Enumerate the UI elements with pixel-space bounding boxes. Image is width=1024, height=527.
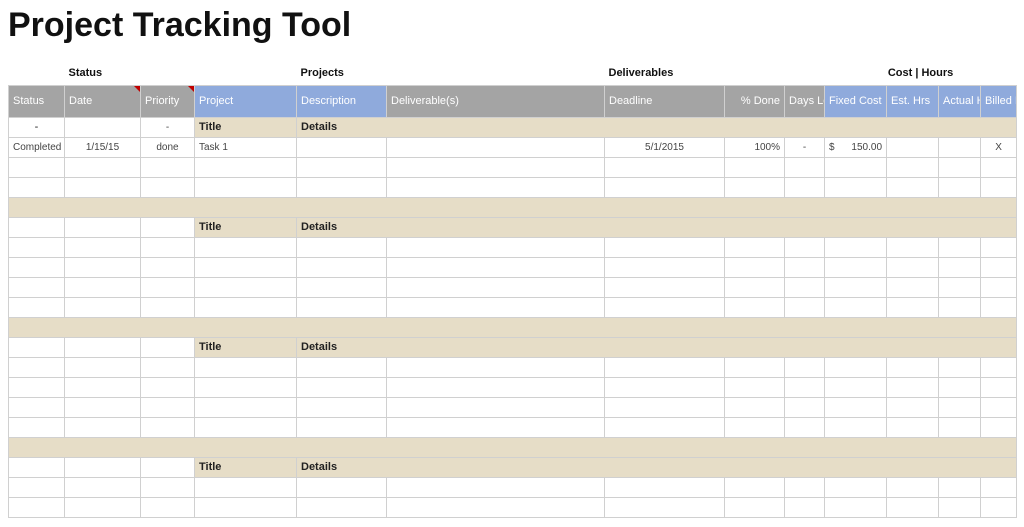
section-gap xyxy=(9,317,1017,337)
col-actual-hrs[interactable]: Actual Hrs xyxy=(939,85,981,117)
table-row xyxy=(9,157,1017,177)
cell-priority[interactable]: done xyxy=(141,137,195,157)
section-row: Title Details xyxy=(9,337,1017,357)
col-days-left[interactable]: Days Left xyxy=(785,85,825,117)
col-pct-done[interactable]: % Done xyxy=(725,85,785,117)
table-row xyxy=(9,497,1017,517)
project-tracking-table: Status Projects Deliverables Cost | Hour… xyxy=(8,63,1017,518)
table-row xyxy=(9,357,1017,377)
group-projects-label: Projects xyxy=(297,63,387,85)
cell-pct-done[interactable]: 100% xyxy=(725,137,785,157)
section-row: - - Title Details xyxy=(9,117,1017,137)
page-title: Project Tracking Tool xyxy=(8,6,1016,45)
currency-symbol: $ xyxy=(829,142,835,153)
section-title[interactable]: Title xyxy=(195,217,297,237)
cell-project[interactable]: Task 1 xyxy=(195,137,297,157)
group-deliverables-label: Deliverables xyxy=(605,63,785,85)
table-row xyxy=(9,417,1017,437)
col-billed-hrs[interactable]: Billed Hrs xyxy=(981,85,1017,117)
column-group-row: Status Projects Deliverables Cost | Hour… xyxy=(9,63,1017,85)
cell-status[interactable]: Completed xyxy=(9,137,65,157)
table-row xyxy=(9,377,1017,397)
table-row: Completed 1/15/15 done Task 1 5/1/2015 1… xyxy=(9,137,1017,157)
section-title[interactable]: Title xyxy=(195,117,297,137)
cell-days-left[interactable]: - xyxy=(785,137,825,157)
cell-deliverables[interactable] xyxy=(387,137,605,157)
cell-fixed-cost[interactable]: $ 150.00 xyxy=(825,137,887,157)
currency-value: 150.00 xyxy=(851,142,882,153)
section-row: Title Details xyxy=(9,457,1017,477)
table-row xyxy=(9,297,1017,317)
cell-deadline[interactable]: 5/1/2015 xyxy=(605,137,725,157)
section-details[interactable]: Details xyxy=(297,117,1017,137)
section-gap xyxy=(9,437,1017,457)
column-header-row: Status Date Priority Project Description… xyxy=(9,85,1017,117)
cell-description[interactable] xyxy=(297,137,387,157)
col-description[interactable]: Description xyxy=(297,85,387,117)
table-row xyxy=(9,397,1017,417)
cell-actual-hrs[interactable] xyxy=(939,137,981,157)
section-row: Title Details xyxy=(9,217,1017,237)
group-status-label: Status xyxy=(65,63,141,85)
section-details[interactable]: Details xyxy=(297,337,1017,357)
col-est-hrs[interactable]: Est. Hrs xyxy=(887,85,939,117)
section-title[interactable]: Title xyxy=(195,337,297,357)
section-details[interactable]: Details xyxy=(297,457,1017,477)
col-date[interactable]: Date xyxy=(65,85,141,117)
table-row xyxy=(9,257,1017,277)
date-cell[interactable] xyxy=(65,117,141,137)
table-row xyxy=(9,237,1017,257)
table-row xyxy=(9,277,1017,297)
section-title[interactable]: Title xyxy=(195,457,297,477)
group-costhours-label: Cost | Hours xyxy=(825,63,1017,85)
col-project[interactable]: Project xyxy=(195,85,297,117)
cell-billed-hrs[interactable]: X xyxy=(981,137,1017,157)
section-gap xyxy=(9,197,1017,217)
section-details[interactable]: Details xyxy=(297,217,1017,237)
col-fixed-cost[interactable]: Fixed Cost xyxy=(825,85,887,117)
status-placeholder[interactable]: - xyxy=(9,117,65,137)
cell-est-hrs[interactable] xyxy=(887,137,939,157)
col-deadline[interactable]: Deadline xyxy=(605,85,725,117)
table-row xyxy=(9,477,1017,497)
cell-date[interactable]: 1/15/15 xyxy=(65,137,141,157)
table-row xyxy=(9,177,1017,197)
col-deliverables[interactable]: Deliverable(s) xyxy=(387,85,605,117)
col-status[interactable]: Status xyxy=(9,85,65,117)
col-priority[interactable]: Priority xyxy=(141,85,195,117)
priority-placeholder[interactable]: - xyxy=(141,117,195,137)
